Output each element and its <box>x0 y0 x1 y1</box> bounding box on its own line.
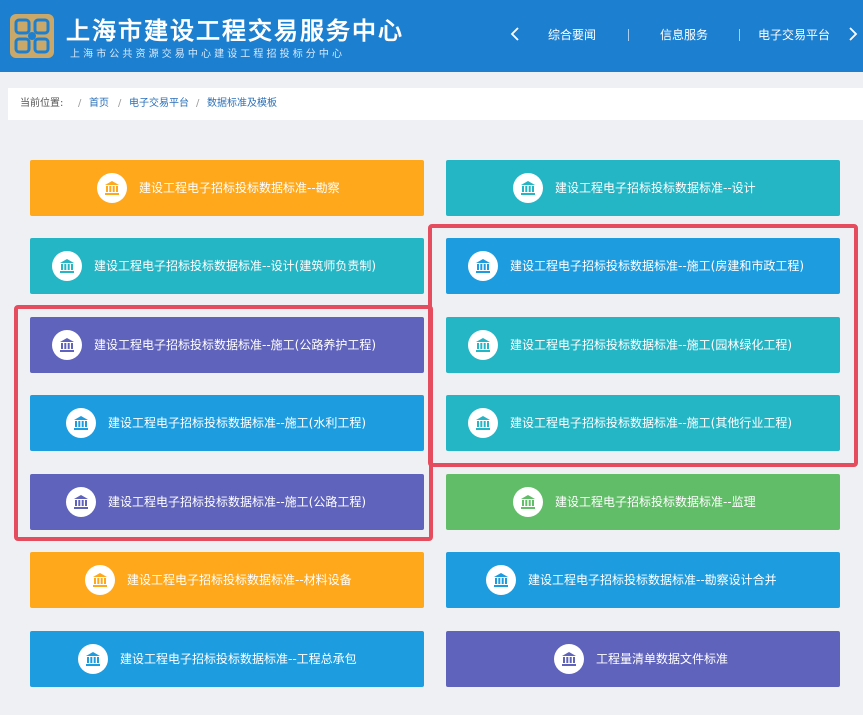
bank-icon <box>513 173 543 203</box>
tile-label: 建设工程电子招标投标数据标准--监理 <box>555 495 756 509</box>
breadcrumb-separator: / <box>78 98 82 109</box>
site-subtitle: 上海市公共资源交易中心建设工程招投标分中心 <box>70 49 346 60</box>
bank-icon <box>486 565 516 595</box>
tile-label: 建设工程电子招标投标数据标准--勘察 <box>139 181 340 195</box>
breadcrumb: 当前位置: / 首页 / 电子交易平台 / 数据标准及模板 <box>8 88 863 120</box>
bank-icon <box>97 173 127 203</box>
bank-icon <box>66 408 96 438</box>
bank-icon <box>52 330 82 360</box>
nav-prev-button[interactable] <box>505 24 525 46</box>
breadcrumb-current[interactable]: 数据标准及模板 <box>207 96 277 112</box>
tile-construction-landscaping[interactable]: 建设工程电子招标投标数据标准--施工(园林绿化工程) <box>446 317 840 373</box>
bank-icon <box>468 251 498 281</box>
site-title: 上海市建设工程交易服务中心 <box>66 16 404 45</box>
breadcrumb-separator: / <box>196 98 200 109</box>
tile-label: 工程量清单数据文件标准 <box>596 652 729 666</box>
tile-label: 建设工程电子招标投标数据标准--施工(公路养护工程) <box>94 338 377 352</box>
tile-label: 建设工程电子招标投标数据标准--施工(园林绿化工程) <box>510 338 793 352</box>
bank-icon <box>554 644 584 674</box>
bank-icon <box>52 251 82 281</box>
tile-label: 建设工程电子招标投标数据标准--工程总承包 <box>120 652 357 666</box>
tile-label: 建设工程电子招标投标数据标准--施工(其他行业工程) <box>510 416 793 430</box>
breadcrumb-separator: / <box>118 98 122 109</box>
logo-icon[interactable] <box>8 12 56 60</box>
tile-construction-other-industries[interactable]: 建设工程电子招标投标数据标准--施工(其他行业工程) <box>446 395 840 451</box>
bank-icon <box>85 565 115 595</box>
nav-item-info[interactable]: 信息服务 <box>660 26 708 44</box>
tile-construction-building-municipal[interactable]: 建设工程电子招标投标数据标准--施工(房建和市政工程) <box>446 238 840 294</box>
bank-icon <box>468 408 498 438</box>
bank-icon <box>78 644 108 674</box>
tile-construction-highway-maintenance[interactable]: 建设工程电子招标投标数据标准--施工(公路养护工程) <box>30 317 424 373</box>
tile-supervision[interactable]: 建设工程电子招标投标数据标准--监理 <box>446 474 840 530</box>
nav-separator <box>739 29 740 41</box>
tile-construction-highway[interactable]: 建设工程电子招标投标数据标准--施工(公路工程) <box>30 474 424 530</box>
nav-item-trading-platform[interactable]: 电子交易平台 <box>758 26 830 44</box>
tile-construction-water-conservancy[interactable]: 建设工程电子招标投标数据标准--施工(水利工程) <box>30 395 424 451</box>
breadcrumb-trading-platform[interactable]: 电子交易平台 <box>129 96 189 112</box>
breadcrumb-label: 当前位置: <box>20 98 64 109</box>
tile-label: 建设工程电子招标投标数据标准--勘察设计合并 <box>528 573 777 587</box>
bank-icon <box>66 487 96 517</box>
breadcrumb-home[interactable]: 首页 <box>89 96 109 112</box>
chevron-right-icon <box>849 27 858 41</box>
tile-bill-of-quantities[interactable]: 工程量清单数据文件标准 <box>446 631 840 687</box>
tile-epc[interactable]: 建设工程电子招标投标数据标准--工程总承包 <box>30 631 424 687</box>
tile-design[interactable]: 建设工程电子招标投标数据标准--设计 <box>446 160 840 216</box>
tile-label: 建设工程电子招标投标数据标准--设计(建筑师负责制) <box>94 259 377 273</box>
tile-label: 建设工程电子招标投标数据标准--施工(水利工程) <box>108 416 367 430</box>
nav-next-button[interactable] <box>843 24 863 46</box>
site-header: 上海市建设工程交易服务中心 上海市公共资源交易中心建设工程招投标分中心 综合要闻… <box>0 0 863 72</box>
tile-survey[interactable]: 建设工程电子招标投标数据标准--勘察 <box>30 160 424 216</box>
tile-label: 建设工程电子招标投标数据标准--设计 <box>555 181 756 195</box>
tile-label: 建设工程电子招标投标数据标准--施工(房建和市政工程) <box>510 259 805 273</box>
nav-separator <box>628 29 629 41</box>
tile-label: 建设工程电子招标投标数据标准--施工(公路工程) <box>108 495 367 509</box>
nav-item-news[interactable]: 综合要闻 <box>548 26 596 44</box>
bank-icon <box>513 487 543 517</box>
tile-label: 建设工程电子招标投标数据标准--材料设备 <box>127 573 352 587</box>
tile-materials-equipment[interactable]: 建设工程电子招标投标数据标准--材料设备 <box>30 552 424 608</box>
bank-icon <box>468 330 498 360</box>
tile-design-architect[interactable]: 建设工程电子招标投标数据标准--设计(建筑师负责制) <box>30 238 424 294</box>
tile-survey-design-combined[interactable]: 建设工程电子招标投标数据标准--勘察设计合并 <box>446 552 840 608</box>
chevron-left-icon <box>510 27 519 41</box>
